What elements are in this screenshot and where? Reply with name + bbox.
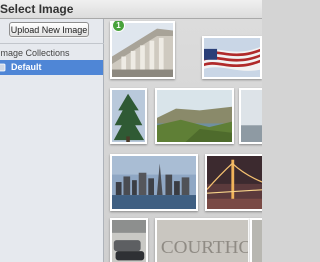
collection-label: Default — [11, 62, 42, 72]
partial-image — [241, 90, 262, 142]
thumbnail-cars[interactable] — [110, 218, 148, 262]
thumbnail-skyline[interactable] — [110, 154, 198, 211]
courthouse-sign-text: COURTHOUSE — [161, 237, 248, 258]
upload-new-image-button[interactable]: Upload New Image — [9, 22, 89, 37]
image-gallery: 1 COURTH — [104, 19, 262, 262]
thumbnail-partial-2[interactable] — [250, 218, 262, 262]
partial-image-2 — [252, 220, 262, 262]
divider — [0, 43, 104, 44]
thumbnail-courthouse[interactable]: 1 — [110, 21, 175, 79]
cars-image — [112, 220, 146, 262]
title-bar: Select Image — [0, 0, 262, 19]
thumbnail-coastline[interactable] — [155, 88, 234, 144]
thumbnail-courthouse-sign[interactable]: COURTHOUSE — [155, 218, 250, 262]
sidebar: Upload New Image Image Collections Defau… — [0, 19, 104, 262]
collections-heading: Image Collections — [0, 48, 70, 58]
collection-item-default[interactable]: Default — [0, 60, 103, 75]
thumbnail-pine-tree[interactable] — [110, 88, 147, 144]
thumbnail-partial[interactable] — [239, 88, 262, 144]
thumbnail-flag[interactable] — [202, 36, 262, 79]
courthouse-sign-image: COURTHOUSE — [157, 220, 248, 262]
bay-bridge-image — [207, 156, 262, 209]
window-title: Select Image — [0, 2, 74, 16]
pine-tree-image — [112, 90, 145, 142]
collection-icon — [0, 63, 6, 72]
flag-image — [204, 38, 260, 77]
thumbnail-bay-bridge[interactable] — [205, 154, 262, 211]
skyline-image — [112, 156, 196, 209]
coastline-image — [157, 90, 232, 142]
